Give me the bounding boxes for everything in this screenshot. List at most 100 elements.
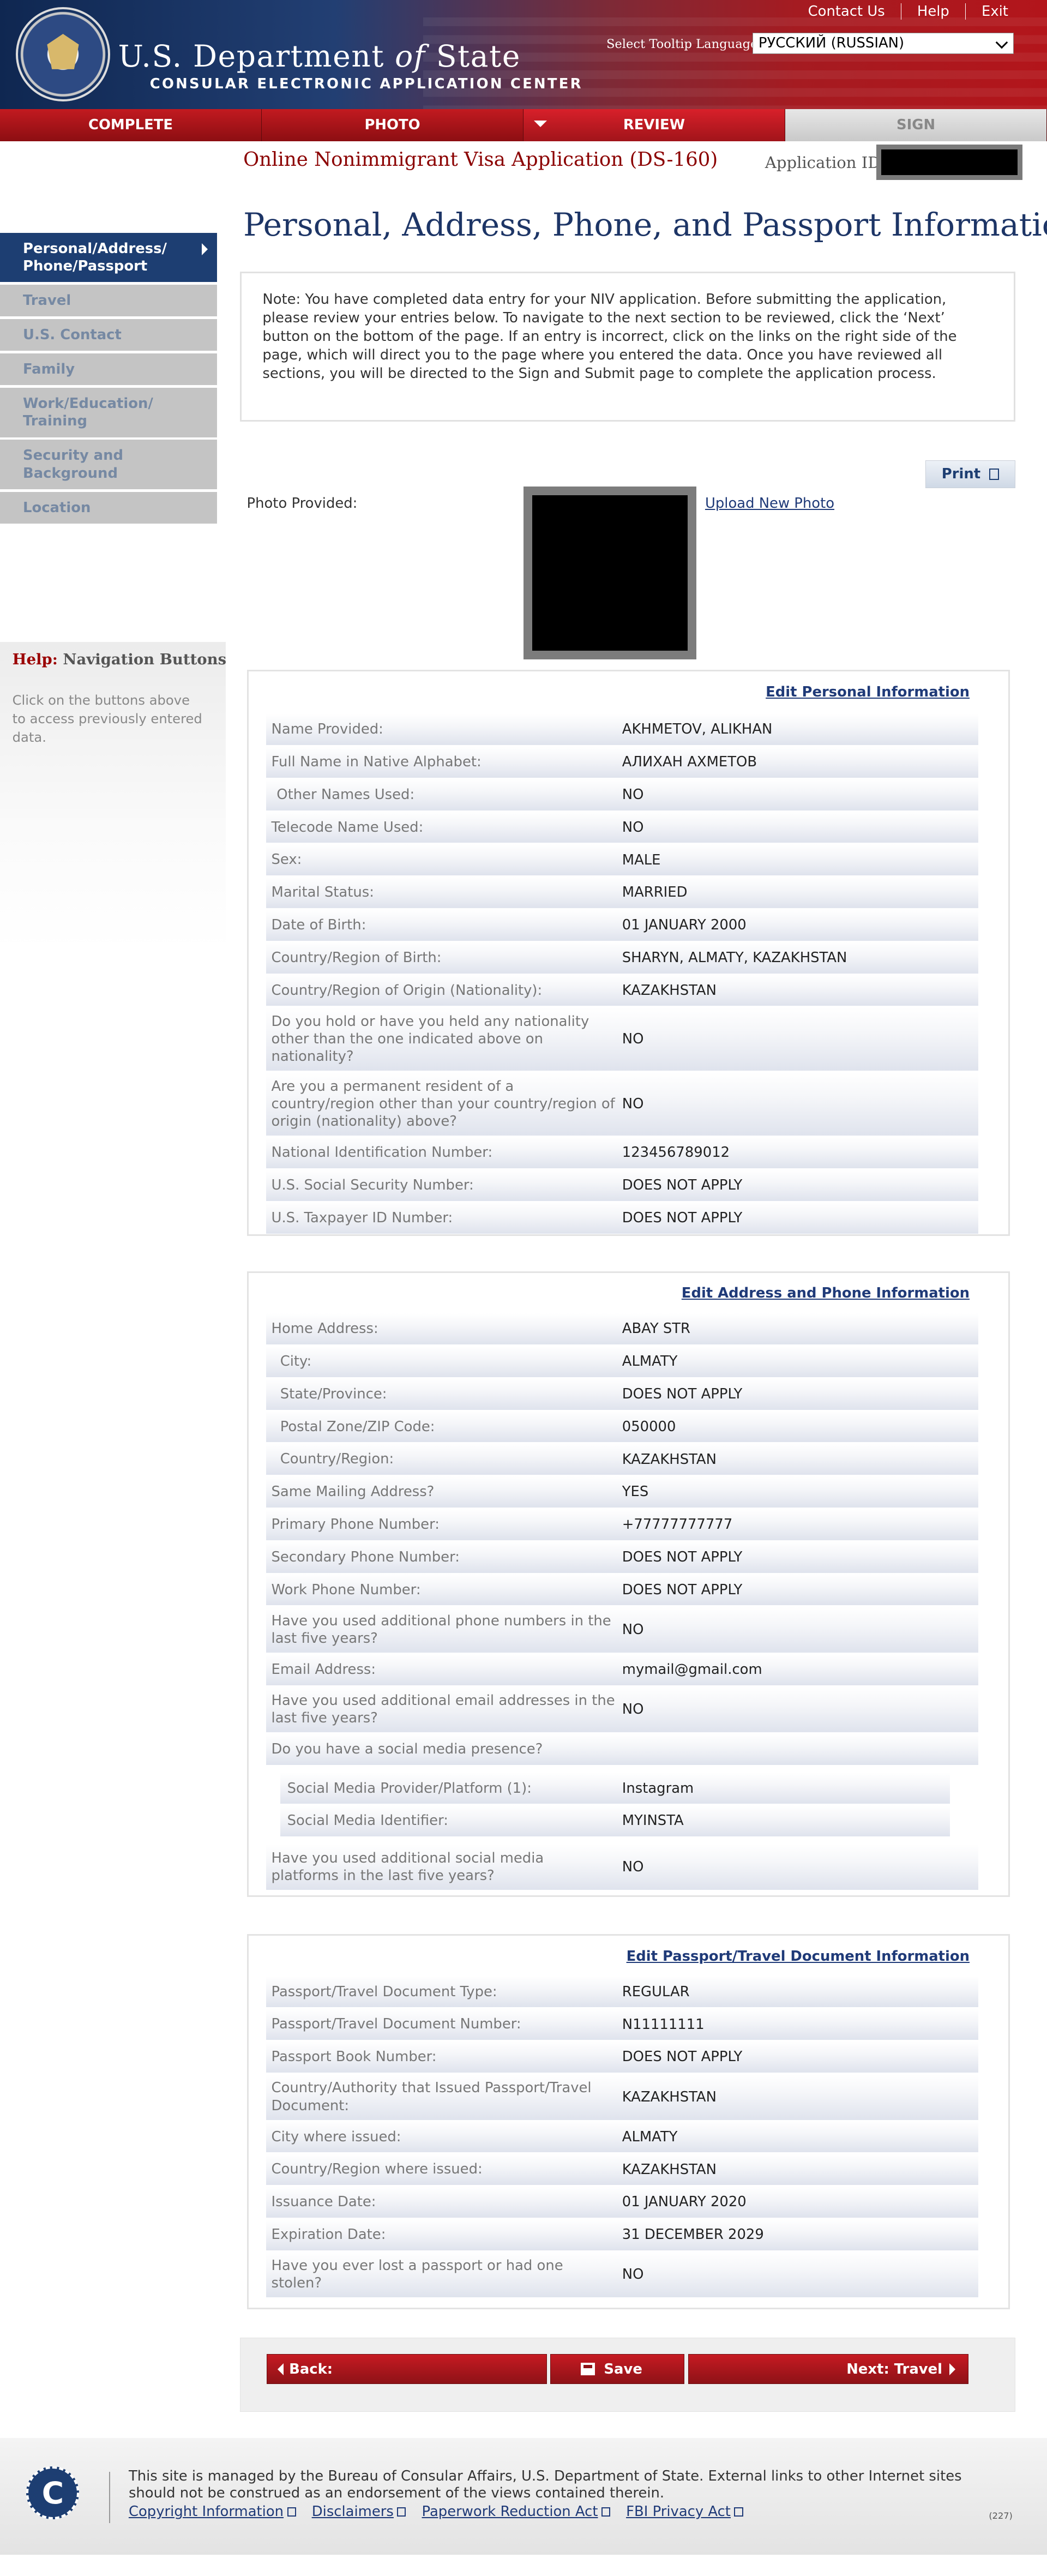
footer-divider <box>109 2471 111 2523</box>
sidebar-item-work-education[interactable]: Work/Education/ Training <box>0 388 217 437</box>
row-value: KAZAKHSTAN <box>622 2088 717 2105</box>
review-row: U.S. Social Security Number: DOES NOT APP… <box>266 1169 978 1202</box>
exit-link[interactable]: Exit <box>965 3 1024 20</box>
applicant-photo <box>524 487 696 659</box>
review-row: Home Address: ABAY STR <box>266 1313 978 1346</box>
row-label: U.S. Taxpayer ID Number: <box>271 1209 453 1226</box>
review-row: Sex: MALE <box>266 844 978 876</box>
review-row: Country/Region: KAZAKHSTAN <box>266 1444 978 1476</box>
tooltip-language-select[interactable]: РУССКИЙ (RUSSIAN) <box>753 32 1014 54</box>
row-value: DOES NOT APPLY <box>622 1209 743 1226</box>
row-label: Issuance Date: <box>271 2194 376 2211</box>
row-label: Email Address: <box>271 1661 376 1678</box>
edit-address-link[interactable]: Edit Address and Phone Information <box>682 1285 970 1301</box>
sidebar: Personal/Address/ Phone/Passport Travel … <box>0 232 217 526</box>
row-value: 123456789012 <box>622 1144 730 1161</box>
save-button[interactable]: Save <box>550 2354 685 2385</box>
row-label: Are you a permanent resident of a countr… <box>271 1078 615 1130</box>
review-row: Country/Region of Birth: SHARYN, ALMATY, … <box>266 942 978 974</box>
step-review-label: REVIEW <box>623 117 685 134</box>
agency-subtitle: CONSULAR ELECTRONIC APPLICATION CENTER <box>149 75 583 92</box>
sidebar-item-family[interactable]: Family <box>0 353 217 386</box>
step-review[interactable]: REVIEW <box>524 109 786 141</box>
row-value: 01 JANUARY 2020 <box>622 2194 747 2211</box>
row-label: Have you used additional phone numbers i… <box>271 1612 611 1647</box>
row-value: DOES NOT APPLY <box>622 1581 743 1598</box>
row-label: Do you hold or have you held any nationa… <box>271 1013 589 1065</box>
review-row: Passport Book Number: DOES NOT APPLY <box>266 2041 978 2074</box>
row-value: ABAY STR <box>622 1320 690 1337</box>
site-header: U.S. Department of State CONSULAR ELECTR… <box>0 0 1047 110</box>
review-row: Country/Region of Origin (Nationality): K… <box>266 975 978 1007</box>
application-id-label: Application ID <box>765 153 881 172</box>
sidebar-item-travel[interactable]: Travel <box>0 285 217 317</box>
row-label: Have you used additional social media pl… <box>271 1850 544 1884</box>
review-row: Country/Authority that Issued Passport/T… <box>266 2074 978 2121</box>
footer-text: This site is managed by the Bureau of Co… <box>128 2468 962 2502</box>
row-value: Instagram <box>622 1780 694 1797</box>
row-value: REGULAR <box>622 1983 690 2000</box>
upload-new-photo-link[interactable]: Upload New Photo <box>705 495 834 512</box>
row-value: DOES NOT APPLY <box>622 1386 743 1403</box>
row-label: Home Address: <box>271 1320 378 1337</box>
row-value: +77777777777 <box>622 1516 733 1533</box>
back-button[interactable]: Back: <box>267 2354 547 2385</box>
consular-affairs-logo-icon: C <box>26 2466 80 2520</box>
application-id-redacted <box>876 145 1022 180</box>
tooltip-language-label: Select Tooltip Language <box>606 37 758 51</box>
row-value: MYINSTA <box>622 1812 684 1829</box>
row-label: Name Provided: <box>271 721 383 738</box>
next-button[interactable]: Next: Travel <box>688 2354 968 2385</box>
help-title: Help: Navigation Buttons <box>12 650 227 668</box>
review-row: City where issued: ALMATY <box>266 2121 978 2153</box>
row-label: Marital Status: <box>271 884 374 901</box>
row-value: NO <box>622 1096 644 1113</box>
save-icon <box>581 2363 595 2376</box>
page-title: Personal, Address, Phone, and Passport I… <box>243 206 1047 244</box>
page-code: (227) <box>989 2510 1013 2521</box>
step-sign[interactable]: SIGN <box>785 109 1047 141</box>
row-label: Country/Region: <box>280 1451 394 1468</box>
sidebar-item-us-contact[interactable]: U.S. Contact <box>0 319 217 351</box>
step-complete[interactable]: COMPLETE <box>0 109 262 141</box>
row-value: N11111111 <box>622 2016 705 2033</box>
row-value: KAZAKHSTAN <box>622 2161 717 2178</box>
paperwork-reduction-link[interactable]: Paperwork Reduction Act <box>422 2503 611 2520</box>
row-label: Date of Birth: <box>271 916 366 933</box>
row-label: Passport Book Number: <box>271 2049 437 2065</box>
row-label: Social Media Provider/Platform (1): <box>287 1780 532 1797</box>
footer: C This site is managed by the Bureau of … <box>0 2438 1047 2555</box>
agency-name: U.S. Department of State <box>118 39 521 74</box>
review-row: Are you a permanent resident of a countr… <box>266 1072 978 1137</box>
caret-down-icon <box>534 121 547 128</box>
edit-passport-link[interactable]: Edit Passport/Travel Document Informatio… <box>627 1948 970 1965</box>
help-link[interactable]: Help <box>900 3 965 20</box>
print-button[interactable]: Print <box>925 460 1015 489</box>
row-value: AKHMETOV, ALIKHAN <box>622 721 773 738</box>
copyright-link[interactable]: Copyright Information <box>129 2503 296 2520</box>
sidebar-item-security[interactable]: Security and Background <box>0 440 217 489</box>
review-row: City: ALMATY <box>266 1346 978 1378</box>
disclaimers-link[interactable]: Disclaimers <box>312 2503 406 2520</box>
review-row: Email Address: mymail@gmail.com <box>266 1654 978 1686</box>
sidebar-item-location[interactable]: Location <box>0 491 217 524</box>
row-label: Do you have a social media presence? <box>271 1741 543 1758</box>
external-link-icon <box>601 2507 611 2517</box>
fbi-privacy-link[interactable]: FBI Privacy Act <box>626 2503 743 2520</box>
row-value: 31 DECEMBER 2029 <box>622 2226 764 2243</box>
row-value: NO <box>622 2266 644 2283</box>
contact-us-link[interactable]: Contact Us <box>792 3 901 20</box>
row-label: Secondary Phone Number: <box>271 1548 460 1565</box>
edit-personal-link[interactable]: Edit Personal Information <box>766 684 970 700</box>
review-row: Social Media Provider/Platform (1): Insta… <box>280 1773 950 1805</box>
row-label: National Identification Number: <box>271 1144 493 1161</box>
row-value: NO <box>622 786 644 803</box>
address-rows: Home Address: ABAY STR City: ALMATY State/Pr… <box>266 1313 978 1892</box>
row-value: KAZAKHSTAN <box>622 1451 717 1468</box>
help-panel: Help: Navigation Buttons Click on the bu… <box>0 641 227 951</box>
row-label: U.S. Social Security Number: <box>271 1177 474 1194</box>
row-label: State/Province: <box>280 1385 387 1402</box>
sidebar-item-personal[interactable]: Personal/Address/ Phone/Passport <box>0 232 217 283</box>
review-row: State/Province: DOES NOT APPLY <box>266 1378 978 1410</box>
step-photo[interactable]: PHOTO <box>262 109 524 141</box>
